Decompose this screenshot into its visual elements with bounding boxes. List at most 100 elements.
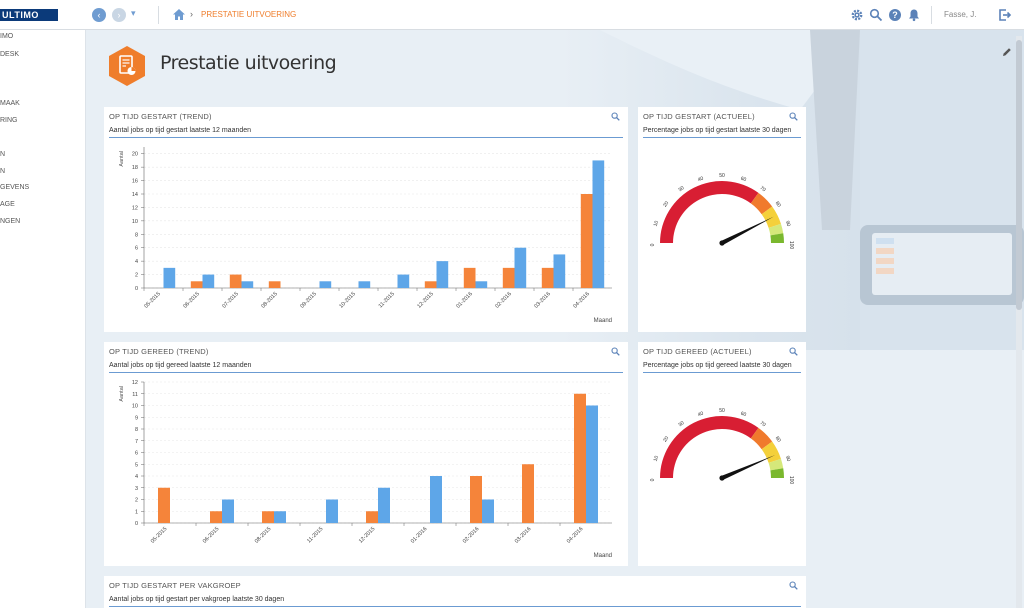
bar-orange: [424, 281, 437, 288]
sidebar-item[interactable]: IMO: [0, 33, 13, 40]
y-tick-label: 0: [135, 521, 138, 527]
gauge-chart: 0 10 20 30 40 50 60 70 80 90 100: [650, 408, 794, 484]
top-bar: ULTIMO ‹ › ▾ › PRESTATIE UITVOERING ? Fa…: [0, 0, 1024, 30]
panel-underline: [109, 137, 623, 138]
panel-underline: [643, 372, 801, 373]
gauge-tick-label: 0: [650, 243, 656, 246]
y-tick-label: 10: [132, 404, 138, 410]
gauge-tick-label: 90: [784, 455, 791, 462]
panel-started-trend: OP TIJD GESTART (TREND) Aantal jobs op t…: [104, 107, 628, 332]
y-tick-label: 9: [135, 415, 138, 421]
y-tick-label: 1: [135, 509, 138, 515]
edit-pencil-icon[interactable]: [1001, 46, 1013, 58]
gauge-tick-label: 50: [719, 408, 725, 414]
gauge-tick-label: 30: [677, 420, 685, 428]
sidebar-item[interactable]: RING: [0, 117, 18, 124]
bar-blue: [326, 499, 338, 523]
y-tick-label: 4: [135, 474, 138, 480]
gauge-band: [660, 181, 759, 243]
panel-subtitle: Percentage jobs op tijd gestart laatste …: [643, 127, 792, 134]
sidebar-item[interactable]: GEVENS: [0, 184, 29, 191]
back-icon[interactable]: ‹: [92, 8, 106, 22]
sidebar: IMO DESK MAAK RING N N GEVENS AGE NGEN: [0, 30, 86, 608]
home-icon[interactable]: [172, 8, 186, 21]
y-axis-label: Aantal: [119, 386, 125, 402]
bar-blue: [482, 499, 494, 523]
bar-orange: [522, 464, 534, 523]
y-tick-label: 14: [132, 192, 138, 198]
gauge-tick-label: 90: [784, 220, 791, 227]
sidebar-item[interactable]: N: [0, 151, 5, 158]
bar-orange: [210, 511, 222, 523]
gauge-needle: [721, 216, 774, 245]
gauge-tick-label: 100: [788, 241, 794, 250]
x-tick-label: 02-2016: [462, 526, 481, 545]
report-icon: [109, 46, 145, 86]
x-tick-label: 10-2015: [338, 291, 357, 310]
zoom-icon[interactable]: [611, 112, 620, 121]
bar-orange: [262, 511, 274, 523]
zoom-icon[interactable]: [789, 581, 798, 590]
gauge-tick-label: 60: [740, 411, 747, 418]
history-dropdown-icon[interactable]: ▾: [131, 8, 136, 19]
panel-finished-current: OP TIJD GEREED (ACTUEEL) Percentage jobs…: [638, 342, 806, 566]
notifications-bell-icon[interactable]: [907, 8, 921, 22]
sidebar-item[interactable]: AGE: [0, 201, 15, 208]
gauge-tick-label: 80: [774, 200, 782, 208]
panel-subtitle: Aantal jobs op tijd gereed laatste 12 ma…: [109, 362, 252, 369]
panel-title: OP TIJD GESTART (ACTUEEL): [643, 112, 755, 121]
gauge-needle: [721, 454, 776, 481]
bar-blue: [163, 267, 176, 288]
bar-orange: [268, 281, 281, 288]
x-tick-label: 05-2015: [143, 291, 162, 310]
logout-icon[interactable]: [998, 8, 1012, 22]
user-name[interactable]: Fasse, J.: [944, 10, 976, 19]
zoom-icon[interactable]: [611, 347, 620, 356]
y-tick-label: 10: [132, 219, 138, 225]
divider: [158, 6, 159, 24]
gauge-pivot: [719, 475, 725, 481]
x-tick-label: 04-2016: [572, 291, 591, 310]
x-tick-label: 04-2016: [566, 526, 585, 545]
forward-icon[interactable]: ›: [112, 8, 126, 22]
scrollbar-thumb[interactable]: [1016, 40, 1022, 310]
y-tick-label: 12: [132, 380, 138, 386]
bar-orange: [580, 194, 593, 288]
y-tick-label: 16: [132, 179, 138, 185]
panel-underline: [109, 372, 623, 373]
panel-title: OP TIJD GEREED (ACTUEEL): [643, 347, 752, 356]
bar-blue: [436, 261, 449, 288]
bar-blue: [358, 281, 371, 288]
bar-orange: [541, 267, 554, 288]
app-logo[interactable]: ULTIMO: [0, 9, 58, 21]
gauge-tick-label: 40: [697, 176, 704, 183]
panel-underline: [109, 606, 801, 607]
bar-orange: [502, 267, 515, 288]
panel-title: OP TIJD GEREED (TREND): [109, 347, 209, 356]
x-tick-label: 03-2016: [533, 291, 552, 310]
bar-blue: [397, 274, 410, 288]
bar-blue: [592, 160, 605, 288]
sidebar-item[interactable]: DESK: [0, 51, 19, 58]
page-title: Prestatie uitvoering: [160, 52, 337, 74]
y-tick-label: 3: [135, 486, 138, 492]
sidebar-item[interactable]: MAAK: [0, 100, 20, 107]
y-axis-label: Aantal: [119, 151, 125, 167]
x-tick-label: 08-2015: [260, 291, 279, 310]
svg-text:?: ?: [892, 10, 898, 20]
bar-orange: [470, 476, 482, 523]
help-icon[interactable]: ?: [888, 8, 902, 22]
zoom-icon[interactable]: [789, 112, 798, 121]
zoom-icon[interactable]: [789, 347, 798, 356]
breadcrumb[interactable]: PRESTATIE UITVOERING: [201, 10, 296, 19]
gauge-tick-label: 20: [662, 200, 670, 208]
sidebar-item[interactable]: NGEN: [0, 218, 20, 225]
sidebar-item[interactable]: N: [0, 168, 5, 175]
search-icon[interactable]: [869, 8, 883, 22]
gauge-tick-label: 60: [740, 176, 747, 183]
x-tick-label: 11-2015: [378, 291, 396, 309]
y-tick-label: 4: [135, 259, 138, 265]
settings-gear-icon[interactable]: [850, 8, 864, 22]
gauge-tick-label: 0: [650, 478, 656, 481]
gauge-chart: 0 10 20 30 40 50 60 70 80 90 100: [650, 173, 794, 250]
